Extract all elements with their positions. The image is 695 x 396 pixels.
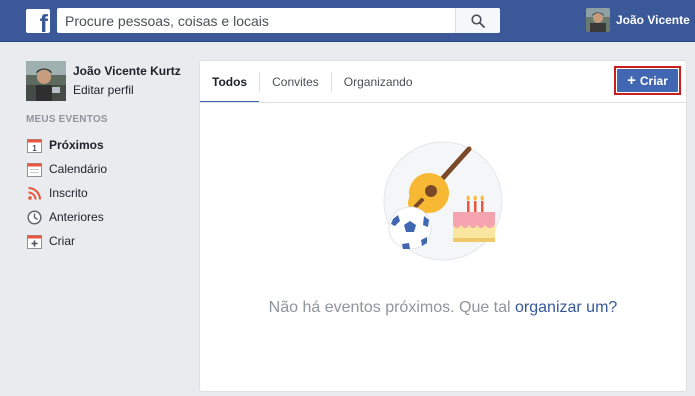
profile-block: João Vicente Kurtz Editar perfil	[26, 61, 181, 101]
calendar-plus-icon	[26, 233, 43, 250]
sidebar-item-label: Inscrito	[49, 186, 88, 200]
plus-icon: +	[627, 72, 636, 89]
create-event-label: Criar	[639, 73, 668, 88]
rss-icon	[26, 185, 43, 202]
top-user-link[interactable]: João Vicente	[586, 8, 690, 32]
empty-state-text: Não há eventos próximos. Que tal	[268, 299, 516, 316]
create-event-button-face: + Criar	[617, 69, 678, 92]
empty-events-illustration	[383, 141, 503, 261]
sidebar-item-proximos[interactable]: 1 Próximos	[26, 133, 107, 157]
events-tabs: Todos Convites Organizando	[200, 61, 425, 103]
tab-convites[interactable]: Convites	[260, 61, 331, 102]
search-input[interactable]	[57, 8, 455, 33]
search-box	[57, 8, 500, 33]
sidebar-item-label: Criar	[49, 234, 75, 248]
section-title: MEUS EVENTOS	[26, 114, 108, 125]
sidebar-item-inscrito[interactable]: Inscrito	[26, 181, 107, 205]
events-nav: 1 Próximos Calendário Inscrito Anteriore…	[26, 133, 107, 253]
tab-organizando[interactable]: Organizando	[332, 61, 425, 102]
profile-name[interactable]: João Vicente Kurtz	[73, 64, 181, 78]
sidebar-item-label: Calendário	[49, 162, 108, 176]
tabs-divider	[200, 102, 686, 103]
calendar-icon	[26, 161, 43, 178]
tab-todos[interactable]: Todos	[200, 61, 260, 103]
sidebar-item-calendario[interactable]: Calendário	[26, 157, 107, 181]
empty-state-message: Não há eventos próximos. Que tal organiz…	[200, 299, 686, 317]
sidebar-item-label: Próximos	[49, 138, 104, 152]
calendar-day-number: 1	[32, 144, 37, 153]
search-button[interactable]	[455, 8, 500, 33]
profile-avatar[interactable]	[26, 61, 66, 101]
search-icon	[471, 13, 485, 28]
sidebar-item-label: Anteriores	[49, 210, 104, 224]
top-username[interactable]: João Vicente	[616, 13, 690, 27]
calendar-day-icon: 1	[26, 137, 43, 154]
top-bar: f João Vicente	[0, 0, 695, 42]
soccer-ball-icon	[388, 206, 432, 250]
sidebar-item-anteriores[interactable]: Anteriores	[26, 205, 107, 229]
edit-profile-link[interactable]: Editar perfil	[73, 83, 181, 97]
facebook-logo-icon[interactable]: f	[26, 9, 50, 33]
create-event-button[interactable]: + Criar	[614, 66, 681, 95]
events-card: Todos Convites Organizando + Criar Não h…	[199, 60, 687, 392]
sidebar-item-criar[interactable]: Criar	[26, 229, 107, 253]
organize-event-link[interactable]: organizar um?	[515, 299, 617, 316]
avatar	[586, 8, 610, 32]
clock-icon	[26, 209, 43, 226]
